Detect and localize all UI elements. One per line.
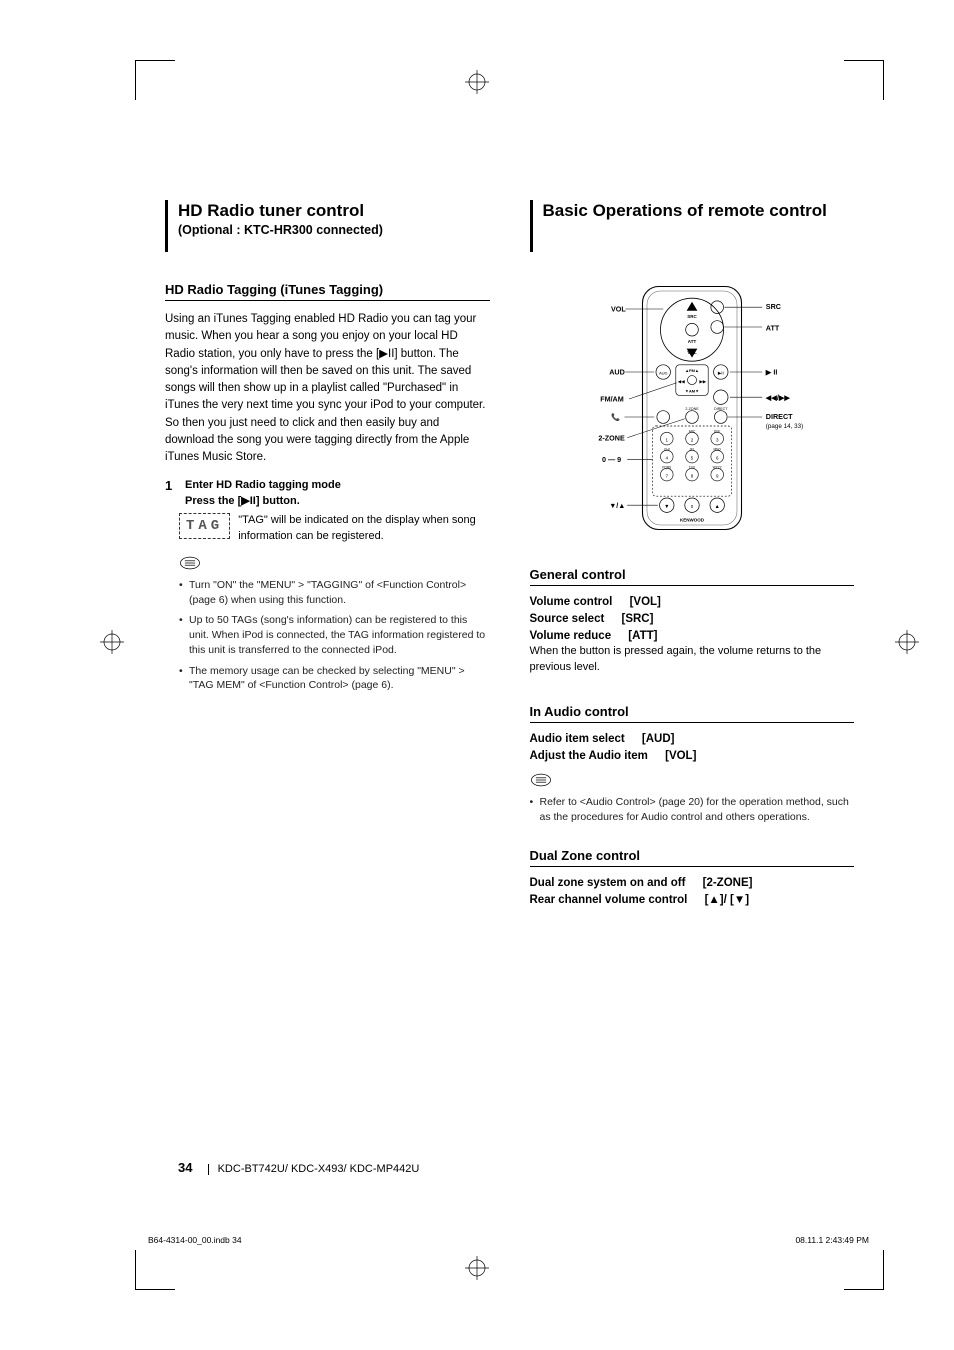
svg-text:2: 2 [690,437,693,442]
svg-text:VOL: VOL [687,350,697,355]
svg-text:AUD: AUD [659,371,668,376]
svg-text:9: 9 [716,473,719,478]
crop-mark [844,1250,884,1290]
svg-text:◀◀: ◀◀ [677,379,684,384]
left-column: HD Radio tuner control (Optional : KTC-H… [165,200,490,911]
svg-text:WXYZ: WXYZ [712,465,721,469]
registration-mark-icon [465,70,489,94]
hd-tagging-heading: HD Radio Tagging (iTunes Tagging) [165,282,490,301]
svg-text:DIRECT: DIRECT [714,407,728,411]
svg-text:4: 4 [665,455,668,460]
source-select-row: Source select [SRC] [530,613,855,625]
hd-radio-title: HD Radio tuner control [178,200,490,221]
note-item: •Turn "ON" the "MENU" > "TAGGING" of <Fu… [179,578,490,607]
svg-text:5: 5 [690,455,693,460]
registration-mark-icon [465,1256,489,1280]
svg-text:▶ II: ▶ II [765,368,778,377]
svg-text:2-ZONE: 2-ZONE [685,407,699,411]
svg-text:▼/▲: ▼/▲ [609,501,625,510]
notes-list: •Turn "ON" the "MENU" > "TAGGING" of <Fu… [179,578,490,693]
vol-key: [VOL] [630,596,661,608]
right-column: Basic Operations of remote control SRC A… [530,200,855,911]
registration-mark-icon [100,630,124,654]
note-icon [530,772,855,791]
svg-text:GHI: GHI [664,447,670,451]
svg-text:▶▶: ▶▶ [699,379,706,384]
svg-text:◀◀/▶▶: ◀◀/▶▶ [765,393,791,402]
step-number: 1 [165,478,179,507]
audio-control-heading: In Audio control [530,704,855,723]
rear-key: [▲]/ [▼] [705,894,749,906]
twozone-key: [2-ZONE] [703,877,753,889]
note-item: •The memory usage can be checked by sele… [179,664,490,693]
general-control-heading: General control [530,567,855,586]
adjust-audio-row: Adjust the Audio item [VOL] [530,750,855,762]
svg-text:▼: ▼ [664,504,669,510]
volume-reduce-row: Volume reduce [ATT] When the button is p… [530,630,855,676]
step-heading: Enter HD Radio tagging mode [185,478,490,494]
svg-text:DEF: DEF [714,429,720,433]
svg-text:MNO: MNO [713,447,721,451]
printer-metadata: B64-4314-00_00.indb 34 08.11.1 2:43:49 P… [148,1235,869,1245]
display-indicator-tag: TAG [179,513,230,539]
svg-text:0: 0 [690,504,693,509]
remote-diagram: SRC ATT VOL AUD ▶II ▲FM▲ ◀◀ [530,282,855,537]
svg-text:1: 1 [665,437,668,442]
att-key: [ATT] [628,630,657,642]
att-description: When the button is pressed again, the vo… [530,644,855,676]
note-icon [179,555,490,574]
crop-mark [135,60,175,100]
svg-text:(page 14, 33): (page 14, 33) [766,423,803,430]
remote-title: Basic Operations of remote control [543,200,855,221]
svg-text:SRC: SRC [766,302,781,311]
note-item: •Up to 50 TAGs (song's information) can … [179,613,490,657]
svg-text:▼AM▼: ▼AM▼ [685,389,699,394]
svg-text:▶II: ▶II [718,371,724,376]
svg-text:▲: ▲ [714,504,719,510]
svg-text:ATT: ATT [766,324,780,333]
crop-mark [844,60,884,100]
display-indicator-text: "TAG" will be indicated on the display w… [238,513,489,545]
aud-key: [AUD] [642,733,675,745]
hd-tagging-intro: Using an iTunes Tagging enabled HD Radio… [165,311,490,466]
svg-text:7: 7 [665,473,668,478]
hd-radio-subtitle: (Optional : KTC-HR300 connected) [178,223,490,237]
adj-vol-key: [VOL] [665,750,696,762]
dual-zone-on-row: Dual zone system on and off [2-ZONE] [530,877,855,889]
page-number: 34 [178,1160,192,1175]
svg-text:ATT: ATT [688,339,697,344]
svg-text:8: 8 [690,473,693,478]
step-instruction: Press the [▶II] button. [185,494,490,507]
model-list: KDC-BT742U/ KDC-X493/ KDC-MP442U [218,1163,420,1175]
svg-text:VOL: VOL [611,305,626,314]
svg-text:▲FM▲: ▲FM▲ [685,368,699,373]
note-item: •Refer to <Audio Control> (page 20) for … [530,795,855,824]
svg-text:0 — 9: 0 — 9 [602,455,621,464]
svg-text:2-ZONE: 2-ZONE [598,433,625,442]
volume-control-row: Volume control [VOL] [530,596,855,608]
svg-text:SRC: SRC [687,314,697,319]
svg-text:TUV: TUV [689,465,696,469]
dual-zone-heading: Dual Zone control [530,848,855,867]
page-footer: 34 KDC-BT742U/ KDC-X493/ KDC-MP442U [178,1160,419,1175]
audio-item-select-row: Audio item select [AUD] [530,733,855,745]
rear-channel-row: Rear channel volume control [▲]/ [▼] [530,894,855,906]
svg-text:FM/AM: FM/AM [600,395,624,404]
print-timestamp: 08.11.1 2:43:49 PM [795,1235,869,1245]
registration-mark-icon [895,630,919,654]
svg-text:6: 6 [716,455,719,460]
svg-text:DIRECT: DIRECT [766,412,793,421]
crop-mark [135,1250,175,1290]
svg-text:AUD: AUD [609,368,625,377]
src-key: [SRC] [622,613,654,625]
svg-text:JKL: JKL [689,447,695,451]
svg-text:3: 3 [716,437,719,442]
svg-text:KENWOOD: KENWOOD [680,517,705,522]
svg-text:📞: 📞 [611,413,620,422]
svg-text:ABC: ABC [689,429,696,433]
file-name: B64-4314-00_00.indb 34 [148,1235,242,1245]
svg-text:PQRS: PQRS [662,465,671,469]
